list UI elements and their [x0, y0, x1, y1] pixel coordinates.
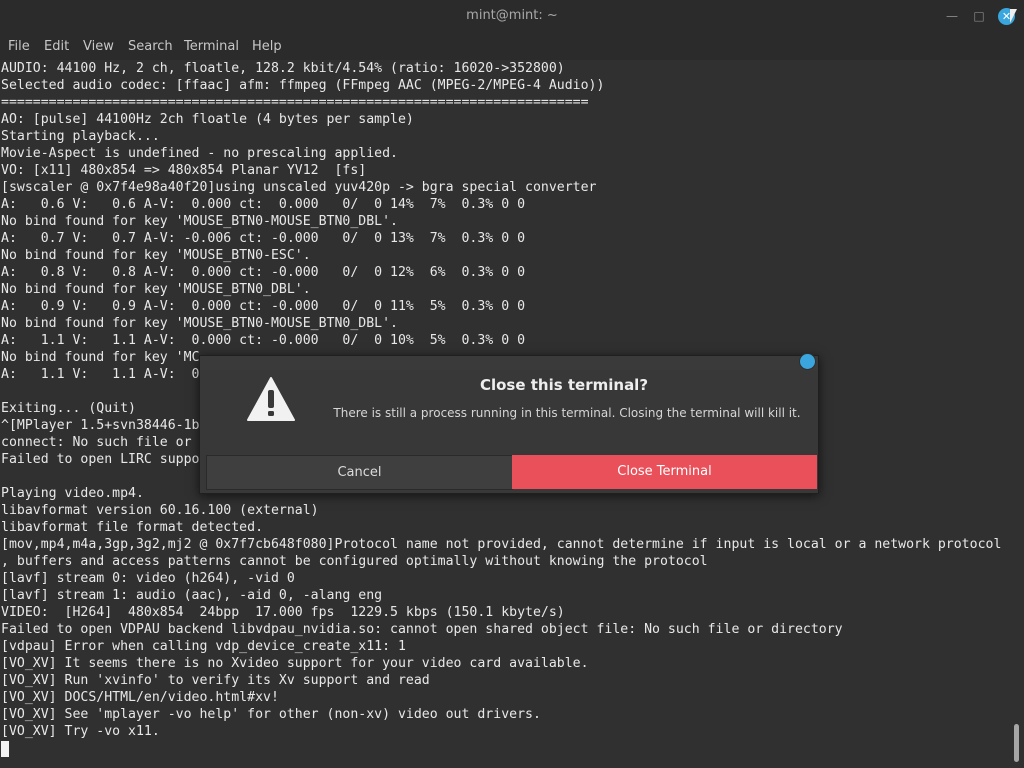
terminal-line: A: 0.6 V: 0.6 A-V: 0.000 ct: 0.000 0/ 0 … — [1, 197, 526, 212]
terminal-line: No bind found for key 'MOUSE_BTN0_DBL'. — [1, 282, 311, 297]
terminal-line: A: 1.1 V: 1.1 A-V: 0 — [1, 367, 200, 382]
terminal-line: ========================================… — [1, 95, 589, 110]
terminal-line: AUDIO: 44100 Hz, 2 ch, floatle, 128.2 kb… — [1, 61, 565, 76]
menu-view[interactable]: View — [83, 39, 114, 54]
terminal-line: A: 0.8 V: 0.8 A-V: 0.000 ct: -0.000 0/ 0… — [1, 265, 526, 280]
terminal-line: connect: No such file or — [1, 435, 192, 450]
menu-file[interactable]: File — [8, 39, 30, 54]
cancel-button[interactable]: Cancel — [206, 455, 513, 490]
scrollbar[interactable] — [1014, 724, 1019, 762]
menu-help[interactable]: Help — [252, 39, 282, 54]
terminal-line: [lavf] stream 0: video (h264), -vid 0 — [1, 571, 295, 586]
terminal-line: AO: [pulse] 44100Hz 2ch floatle (4 bytes… — [1, 112, 414, 127]
terminal-line: [swscaler @ 0x7f4e98a40f20]using unscale… — [1, 180, 597, 195]
terminal-line: libavformat version 60.16.100 (external) — [1, 503, 319, 518]
terminal-line: A: 1.1 V: 1.1 A-V: 0.000 ct: -0.000 0/ 0… — [1, 333, 526, 348]
terminal-line: Selected audio codec: [ffaac] afm: ffmpe… — [1, 78, 605, 93]
terminal-line: [VO_XV] Try -vo x11. — [1, 724, 160, 739]
terminal-line: [lavf] stream 1: audio (aac), -aid 0, -a… — [1, 588, 383, 603]
terminal-line: Starting playback... — [1, 129, 160, 144]
menu-terminal[interactable]: Terminal — [184, 39, 239, 54]
menu-search[interactable]: Search — [128, 39, 173, 54]
terminal-line: [VO_XV] Run 'xvinfo' to verify its Xv su… — [1, 673, 430, 688]
menu-edit[interactable]: Edit — [44, 39, 69, 54]
terminal-line: Failed to open LIRC suppo — [1, 452, 200, 467]
text-cursor — [1, 741, 9, 757]
terminal-line: [mov,mp4,m4a,3gp,3g2,mj2 @ 0x7f7cb648f08… — [1, 537, 1002, 552]
terminal-line: No bind found for key 'MC — [1, 350, 200, 365]
mouse-pointer-icon — [1010, 9, 1017, 23]
terminal-line: A: 0.7 V: 0.7 A-V: -0.006 ct: -0.000 0/ … — [1, 231, 526, 246]
terminal-line: VIDEO: [H264] 480x854 24bpp 17.000 fps 1… — [1, 605, 565, 620]
close-terminal-dialog: Close this terminal? There is still a pr… — [199, 353, 819, 494]
maximize-icon[interactable]: □ — [971, 8, 987, 24]
warning-icon — [247, 377, 295, 421]
terminal-line: [VO_XV] DOCS/HTML/en/video.html#xv! — [1, 690, 279, 705]
terminal-line: Exiting... (Quit) — [1, 401, 136, 416]
terminal-line: No bind found for key 'MOUSE_BTN0-MOUSE_… — [1, 214, 398, 229]
dialog-close-icon[interactable] — [799, 353, 816, 370]
terminal-line: A: 0.9 V: 0.9 A-V: 0.000 ct: -0.000 0/ 0… — [1, 299, 526, 314]
close-terminal-button[interactable]: Close Terminal — [512, 455, 817, 489]
terminal-window: mint@mint: ~ — □ ✕ File Edit View Search… — [0, 0, 1024, 768]
terminal-line: [vdpau] Error when calling vdp_device_cr… — [1, 639, 406, 654]
dialog-title-strip — [200, 356, 818, 370]
minimize-icon[interactable]: — — [944, 8, 960, 24]
terminal-line: VO: [x11] 480x854 => 480x854 Planar YV12… — [1, 163, 367, 178]
title-bar[interactable]: mint@mint: ~ — □ ✕ — [0, 0, 1024, 33]
terminal-line: No bind found for key 'MOUSE_BTN0-ESC'. — [1, 248, 311, 263]
terminal-line: libavformat file format detected. — [1, 520, 264, 535]
terminal-line: , buffers and access patterns cannot be … — [1, 554, 708, 569]
terminal-line: [VO_XV] It seems there is no Xvideo supp… — [1, 656, 589, 671]
terminal-line: Movie-Aspect is undefined - no prescalin… — [1, 146, 398, 161]
window-title: mint@mint: ~ — [466, 8, 558, 23]
terminal-line: ^[MPlayer 1.5+svn38446-1b — [1, 418, 200, 433]
terminal-line: Playing video.mp4. — [1, 486, 144, 501]
terminal-line: No bind found for key 'MOUSE_BTN0-MOUSE_… — [1, 316, 398, 331]
dialog-heading: Close this terminal? — [479, 376, 649, 394]
menu-bar: File Edit View Search Terminal Help — [0, 33, 1024, 60]
terminal-line: Failed to open VDPAU backend libvdpau_nv… — [1, 622, 843, 637]
dialog-message: There is still a process running in this… — [333, 406, 801, 420]
terminal-line: [VO_XV] See 'mplayer -vo help' for other… — [1, 707, 541, 722]
